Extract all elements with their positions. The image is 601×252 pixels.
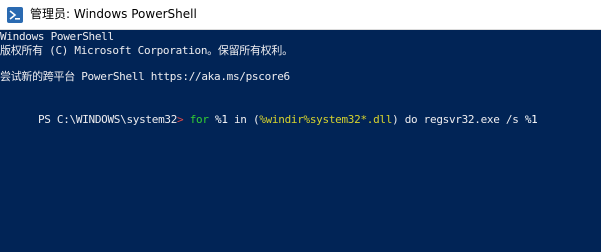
command-token-keyword: for	[189, 113, 209, 126]
banner-line-3: 尝试新的跨平台 PowerShell https://aka.ms/pscore…	[0, 70, 290, 83]
prompt-path: PS C:\WINDOWS\system32	[37, 113, 178, 126]
command-token-var: %1	[524, 113, 538, 126]
window-title: 管理员: Windows PowerShell	[30, 7, 197, 21]
powershell-window: 管理员: Windows PowerShell Windows PowerShe…	[0, 0, 601, 252]
command-token-plain: ) do regsvr32.exe /s	[392, 113, 525, 126]
banner-line-2: 版权所有 (C) Microsoft Corporation。保留所有权利。	[0, 44, 293, 57]
command-token-var: %1	[215, 113, 228, 126]
console-output[interactable]: Windows PowerShell 版权所有 (C) Microsoft Co…	[0, 30, 601, 252]
command-token-plain: in (	[227, 113, 260, 126]
powershell-icon	[7, 7, 23, 23]
banner-line-1: Windows PowerShell	[0, 30, 114, 43]
command-token-string: %windir%system32*.dll	[259, 113, 393, 126]
command-line[interactable]: PS C:\WINDOWS\system32> for %1 in (%wind…	[0, 99, 538, 126]
command-text: for %1 in (%windir%system32*.dll) do reg…	[183, 113, 538, 126]
title-bar[interactable]: 管理员: Windows PowerShell	[0, 0, 601, 30]
